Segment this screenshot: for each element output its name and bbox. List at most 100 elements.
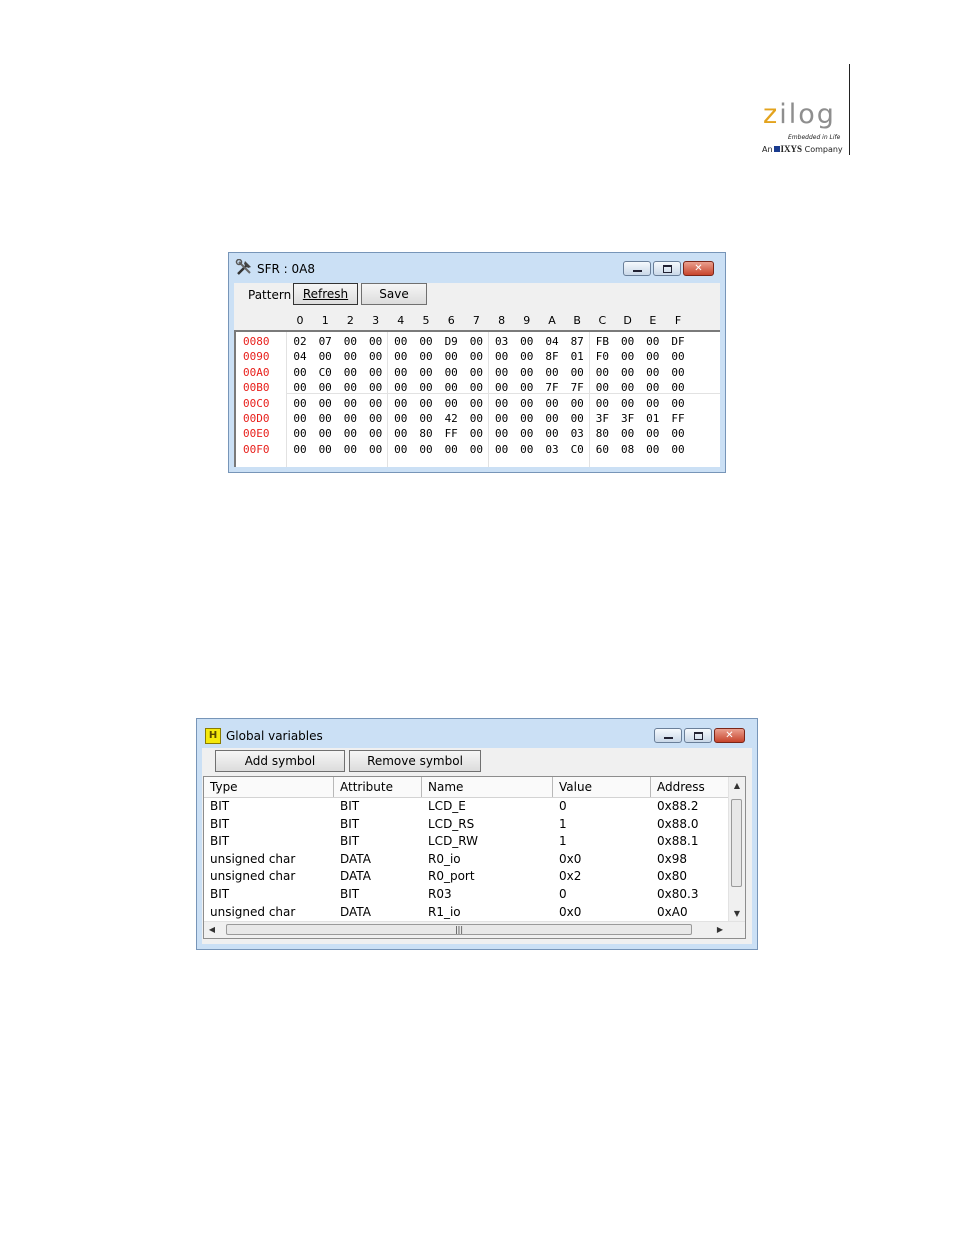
- hex-byte-cell[interactable]: 00: [643, 380, 663, 395]
- hex-byte-cell[interactable]: FF: [668, 411, 688, 426]
- hex-byte-cell[interactable]: 00: [517, 334, 537, 349]
- hex-byte-cell[interactable]: 00: [391, 334, 411, 349]
- hex-byte-cell[interactable]: 7F: [567, 380, 587, 395]
- hex-byte-cell[interactable]: 00: [492, 349, 512, 364]
- hex-byte-cell[interactable]: 00: [643, 426, 663, 441]
- hex-byte-cell[interactable]: 00: [542, 365, 562, 380]
- hex-byte-cell[interactable]: 00: [567, 411, 587, 426]
- hex-byte-cell[interactable]: 00: [517, 349, 537, 364]
- scroll-down-icon[interactable]: ▼: [729, 909, 745, 918]
- table-row[interactable]: BIT BIT R03 0 0x80.3: [204, 886, 734, 903]
- hex-byte-cell[interactable]: 00: [567, 365, 587, 380]
- hex-byte-cell[interactable]: 00: [340, 349, 360, 364]
- close-button[interactable]: ✕: [683, 261, 714, 276]
- hex-byte-cell[interactable]: 00: [517, 411, 537, 426]
- hex-byte-cell[interactable]: 00: [315, 349, 335, 364]
- hex-byte-cell[interactable]: F0: [592, 349, 612, 364]
- hex-byte-cell[interactable]: 00: [466, 426, 486, 441]
- hex-byte-cell[interactable]: 00: [643, 365, 663, 380]
- hex-byte-cell[interactable]: 80: [416, 426, 436, 441]
- hex-byte-cell[interactable]: 00: [366, 411, 386, 426]
- close-button[interactable]: ✕: [714, 728, 745, 743]
- hex-byte-cell[interactable]: 00: [416, 349, 436, 364]
- hex-byte-cell[interactable]: 00: [340, 411, 360, 426]
- hex-byte-cell[interactable]: 00: [466, 411, 486, 426]
- column-header-value[interactable]: Value: [553, 777, 651, 797]
- hex-byte-cell[interactable]: 00: [441, 442, 461, 457]
- hex-byte-cell[interactable]: 00: [517, 442, 537, 457]
- hex-byte-cell[interactable]: 02: [290, 334, 310, 349]
- hex-byte-cell[interactable]: 00: [668, 380, 688, 395]
- hex-byte-cell[interactable]: 00: [466, 396, 486, 411]
- hex-byte-cell[interactable]: 00: [391, 365, 411, 380]
- hex-byte-cell[interactable]: 00: [315, 396, 335, 411]
- hex-byte-cell[interactable]: 00: [340, 380, 360, 395]
- hex-byte-cell[interactable]: 00: [391, 380, 411, 395]
- hex-byte-cell[interactable]: 00: [668, 426, 688, 441]
- hex-byte-cell[interactable]: 04: [290, 349, 310, 364]
- save-button[interactable]: Save: [361, 283, 427, 305]
- hex-byte-cell[interactable]: 00: [643, 334, 663, 349]
- table-row[interactable]: BIT BIT LCD_RS 1 0x88.0: [204, 816, 734, 833]
- hex-byte-cell[interactable]: 3F: [618, 411, 638, 426]
- hex-byte-cell[interactable]: 00: [441, 396, 461, 411]
- hex-byte-cell[interactable]: 00: [517, 396, 537, 411]
- hex-byte-cell[interactable]: 00: [492, 396, 512, 411]
- hex-byte-cell[interactable]: 00: [517, 426, 537, 441]
- hex-byte-cell[interactable]: 01: [643, 411, 663, 426]
- hex-byte-cell[interactable]: 00: [592, 396, 612, 411]
- hex-byte-cell[interactable]: 00: [366, 442, 386, 457]
- hex-byte-cell[interactable]: FF: [441, 426, 461, 441]
- hex-byte-cell[interactable]: 8F: [542, 349, 562, 364]
- hex-byte-cell[interactable]: 80: [592, 426, 612, 441]
- hex-byte-cell[interactable]: 00: [416, 380, 436, 395]
- hex-byte-cell[interactable]: 00: [492, 442, 512, 457]
- hex-byte-cell[interactable]: 00: [466, 365, 486, 380]
- hex-byte-cell[interactable]: 00: [391, 442, 411, 457]
- hex-byte-cell[interactable]: 00: [542, 396, 562, 411]
- hex-byte-cell[interactable]: 00: [290, 442, 310, 457]
- hex-byte-cell[interactable]: 00: [315, 411, 335, 426]
- hex-byte-cell[interactable]: 00: [441, 380, 461, 395]
- hex-byte-cell[interactable]: 00: [668, 365, 688, 380]
- hex-byte-cell[interactable]: 00: [567, 396, 587, 411]
- add-symbol-button[interactable]: Add symbol: [215, 750, 345, 772]
- hex-byte-cell[interactable]: 00: [643, 349, 663, 364]
- hex-byte-cell[interactable]: 00: [618, 349, 638, 364]
- hex-byte-cell[interactable]: DF: [668, 334, 688, 349]
- hex-byte-cell[interactable]: 00: [643, 396, 663, 411]
- hex-byte-cell[interactable]: 00: [340, 396, 360, 411]
- hex-byte-cell[interactable]: 3F: [592, 411, 612, 426]
- hex-byte-cell[interactable]: 00: [391, 411, 411, 426]
- maximize-button[interactable]: [653, 261, 681, 276]
- hex-byte-cell[interactable]: 00: [366, 426, 386, 441]
- hex-byte-cell[interactable]: 7F: [542, 380, 562, 395]
- hex-byte-cell[interactable]: 00: [290, 396, 310, 411]
- hex-byte-cell[interactable]: 00: [290, 380, 310, 395]
- hex-byte-cell[interactable]: 00: [466, 442, 486, 457]
- column-header-address[interactable]: Address: [651, 777, 734, 797]
- scroll-up-icon[interactable]: ▲: [729, 781, 745, 790]
- hex-byte-cell[interactable]: C0: [567, 442, 587, 457]
- hex-byte-cell[interactable]: 00: [668, 396, 688, 411]
- table-row[interactable]: BIT BIT LCD_RW 1 0x88.1: [204, 833, 734, 850]
- hex-byte-cell[interactable]: 04: [542, 334, 562, 349]
- hex-byte-cell[interactable]: FB: [592, 334, 612, 349]
- hex-byte-cell[interactable]: 00: [340, 365, 360, 380]
- hex-byte-cell[interactable]: 00: [416, 411, 436, 426]
- hex-byte-cell[interactable]: 00: [618, 334, 638, 349]
- hex-byte-cell[interactable]: 00: [592, 380, 612, 395]
- hex-byte-cell[interactable]: 00: [668, 442, 688, 457]
- table-row[interactable]: unsigned char DATA R1_io 0x0 0xA0: [204, 904, 734, 921]
- hex-byte-cell[interactable]: 00: [366, 349, 386, 364]
- scroll-thumb[interactable]: [731, 799, 742, 887]
- hex-byte-cell[interactable]: 00: [466, 334, 486, 349]
- hex-byte-cell[interactable]: 00: [290, 411, 310, 426]
- hex-byte-cell[interactable]: 00: [366, 380, 386, 395]
- hex-byte-cell[interactable]: 00: [290, 365, 310, 380]
- hex-byte-cell[interactable]: 60: [592, 442, 612, 457]
- hex-byte-cell[interactable]: D9: [441, 334, 461, 349]
- hex-byte-cell[interactable]: 00: [492, 426, 512, 441]
- hex-byte-cell[interactable]: 00: [340, 442, 360, 457]
- hex-byte-cell[interactable]: 00: [391, 426, 411, 441]
